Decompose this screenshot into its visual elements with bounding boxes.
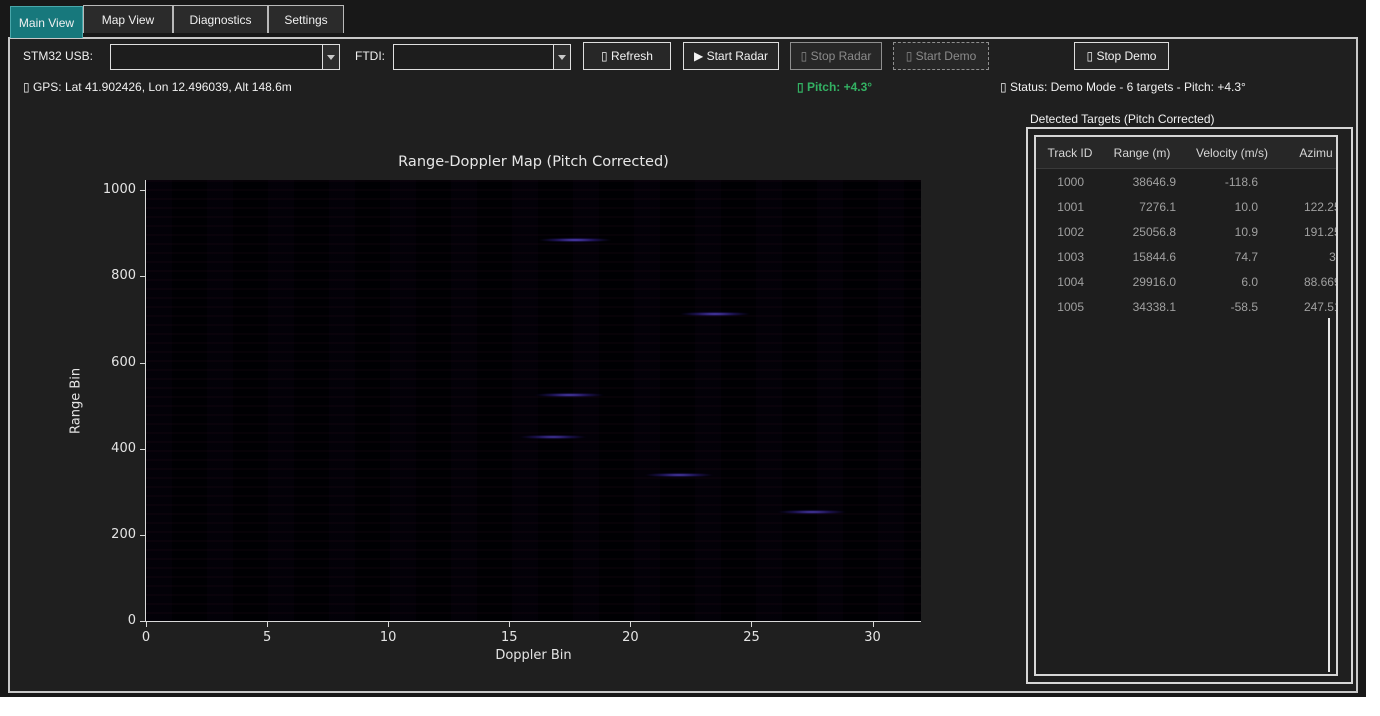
table-row[interactable]: 100429916.06.088.66998	[1036, 269, 1336, 294]
y-tick-label: 400	[90, 441, 136, 456]
table-cell: 247.5104	[1278, 300, 1338, 314]
table-cell: 29916.0	[1098, 275, 1186, 289]
y-tick-label: 800	[90, 268, 136, 283]
table-cell: 6.0	[1186, 275, 1278, 289]
table-cell: 34338.1	[1098, 300, 1186, 314]
target-streak	[644, 473, 714, 477]
table-row[interactable]: 10017276.110.0122.2510	[1036, 194, 1336, 219]
ftdi-port-value	[394, 45, 553, 69]
y-tick-mark	[140, 535, 146, 536]
table-cell: 38646.9	[1098, 175, 1186, 189]
table-cell: 1000	[1042, 175, 1098, 189]
table-cell: 191.2552	[1278, 225, 1338, 239]
table-cell: 1003	[1042, 250, 1098, 264]
x-tick-mark	[751, 621, 752, 627]
table-cell: 45°	[1278, 175, 1338, 189]
y-tick-label: 0	[90, 613, 136, 628]
x-tick-label: 30	[864, 630, 881, 645]
x-tick-mark	[509, 621, 510, 627]
chart-title: Range-Doppler Map (Pitch Corrected)	[146, 154, 921, 170]
table-cell: 25056.8	[1098, 225, 1186, 239]
table-row[interactable]: 100225056.810.9191.2552	[1036, 219, 1336, 244]
table-cell: -118.6	[1186, 175, 1278, 189]
table-cell: 122.2510	[1278, 200, 1338, 214]
table-cell: 10.9	[1186, 225, 1278, 239]
table-row[interactable]: 100534338.1-58.5247.5104	[1036, 294, 1336, 319]
targets-table: Track IDRange (m)Velocity (m/s)Azimu 100…	[1034, 135, 1338, 676]
y-tick-label: 200	[90, 527, 136, 542]
target-streak	[538, 238, 612, 242]
target-streak	[777, 510, 847, 514]
range-doppler-chart: Range-Doppler Map (Pitch Corrected) Rang…	[145, 180, 921, 622]
y-tick-label: 1000	[90, 182, 136, 197]
start-demo-button: ▯ Start Demo	[893, 42, 989, 70]
x-tick-label: 0	[142, 630, 150, 645]
table-cell: 15844.6	[1098, 250, 1186, 264]
y-tick-label: 600	[90, 355, 136, 370]
scrollbar-line[interactable]	[1328, 318, 1330, 672]
gps-status-text: ▯ GPS: Lat 41.902426, Lon 12.496039, Alt…	[23, 80, 292, 94]
column-header-2[interactable]: Velocity (m/s)	[1186, 146, 1278, 160]
column-header-3[interactable]: Azimu	[1278, 146, 1338, 160]
app-window: Main ViewMap ViewDiagnosticsSettings STM…	[0, 0, 1366, 697]
pitch-indicator-text: ▯ Pitch: +4.3°	[797, 80, 872, 94]
x-tick-mark	[267, 621, 268, 627]
target-streak	[534, 393, 605, 397]
y-tick-mark	[140, 449, 146, 450]
y-tick-mark	[140, 190, 146, 191]
stm32-port-value	[111, 45, 322, 69]
refresh-button[interactable]: ▯ Refresh	[583, 42, 671, 70]
ftdi-port-select[interactable]	[393, 44, 571, 70]
x-axis-label: Doppler Bin	[146, 648, 921, 663]
heatmap-plot-area	[146, 180, 921, 621]
x-tick-label: 25	[743, 630, 760, 645]
table-cell: 1002	[1042, 225, 1098, 239]
table-cell: -58.5	[1186, 300, 1278, 314]
x-tick-mark	[388, 621, 389, 627]
tab-diagnostics[interactable]: Diagnostics	[173, 5, 268, 33]
table-cell: 74.7	[1186, 250, 1278, 264]
table-row[interactable]: 100315844.674.7300°	[1036, 244, 1336, 269]
x-tick-label: 5	[263, 630, 271, 645]
targets-table-body: 100038646.9-118.645°10017276.110.0122.25…	[1036, 169, 1336, 319]
targets-table-header: Track IDRange (m)Velocity (m/s)Azimu	[1036, 137, 1336, 169]
targets-panel: Track IDRange (m)Velocity (m/s)Azimu 100…	[1026, 127, 1353, 684]
table-cell: 7276.1	[1098, 200, 1186, 214]
main-view-page: STM32 USB: FTDI: ▯ Refresh ▶ Start Radar…	[8, 37, 1358, 693]
y-axis-label: Range Bin	[68, 180, 84, 621]
targets-panel-title: Detected Targets (Pitch Corrected)	[1030, 112, 1215, 126]
table-row[interactable]: 100038646.9-118.645°	[1036, 169, 1336, 194]
stm32-port-select[interactable]	[110, 44, 340, 70]
table-cell: 1005	[1042, 300, 1098, 314]
y-tick-mark	[140, 363, 146, 364]
target-streak	[679, 312, 751, 316]
column-header-1[interactable]: Range (m)	[1098, 146, 1186, 160]
demo-status-text: ▯ Status: Demo Mode - 6 targets - Pitch:…	[1000, 80, 1246, 94]
stop-demo-button[interactable]: ▯ Stop Demo	[1074, 42, 1169, 70]
tab-main-view[interactable]: Main View	[10, 6, 83, 38]
table-cell: 88.66998	[1278, 275, 1338, 289]
table-cell: 10.0	[1186, 200, 1278, 214]
tab-map-view[interactable]: Map View	[83, 5, 173, 33]
x-tick-label: 10	[380, 630, 397, 645]
table-cell: 300°	[1278, 250, 1338, 264]
tab-settings[interactable]: Settings	[268, 5, 344, 33]
x-tick-mark	[146, 621, 147, 627]
x-tick-label: 20	[622, 630, 639, 645]
tab-bar: Main ViewMap ViewDiagnosticsSettings	[0, 0, 1366, 38]
chevron-down-icon[interactable]	[322, 45, 339, 69]
stop-radar-button: ▯ Stop Radar	[790, 42, 882, 70]
y-tick-mark	[140, 276, 146, 277]
table-cell: 1004	[1042, 275, 1098, 289]
start-radar-button[interactable]: ▶ Start Radar	[683, 42, 779, 70]
target-streak	[519, 435, 586, 439]
table-cell: 1001	[1042, 200, 1098, 214]
column-header-0[interactable]: Track ID	[1042, 146, 1098, 160]
ftdi-label: FTDI:	[355, 49, 385, 63]
x-tick-mark	[873, 621, 874, 627]
x-tick-mark	[630, 621, 631, 627]
stm32-usb-label: STM32 USB:	[23, 49, 93, 63]
chevron-down-icon[interactable]	[553, 45, 570, 69]
x-tick-label: 15	[501, 630, 518, 645]
